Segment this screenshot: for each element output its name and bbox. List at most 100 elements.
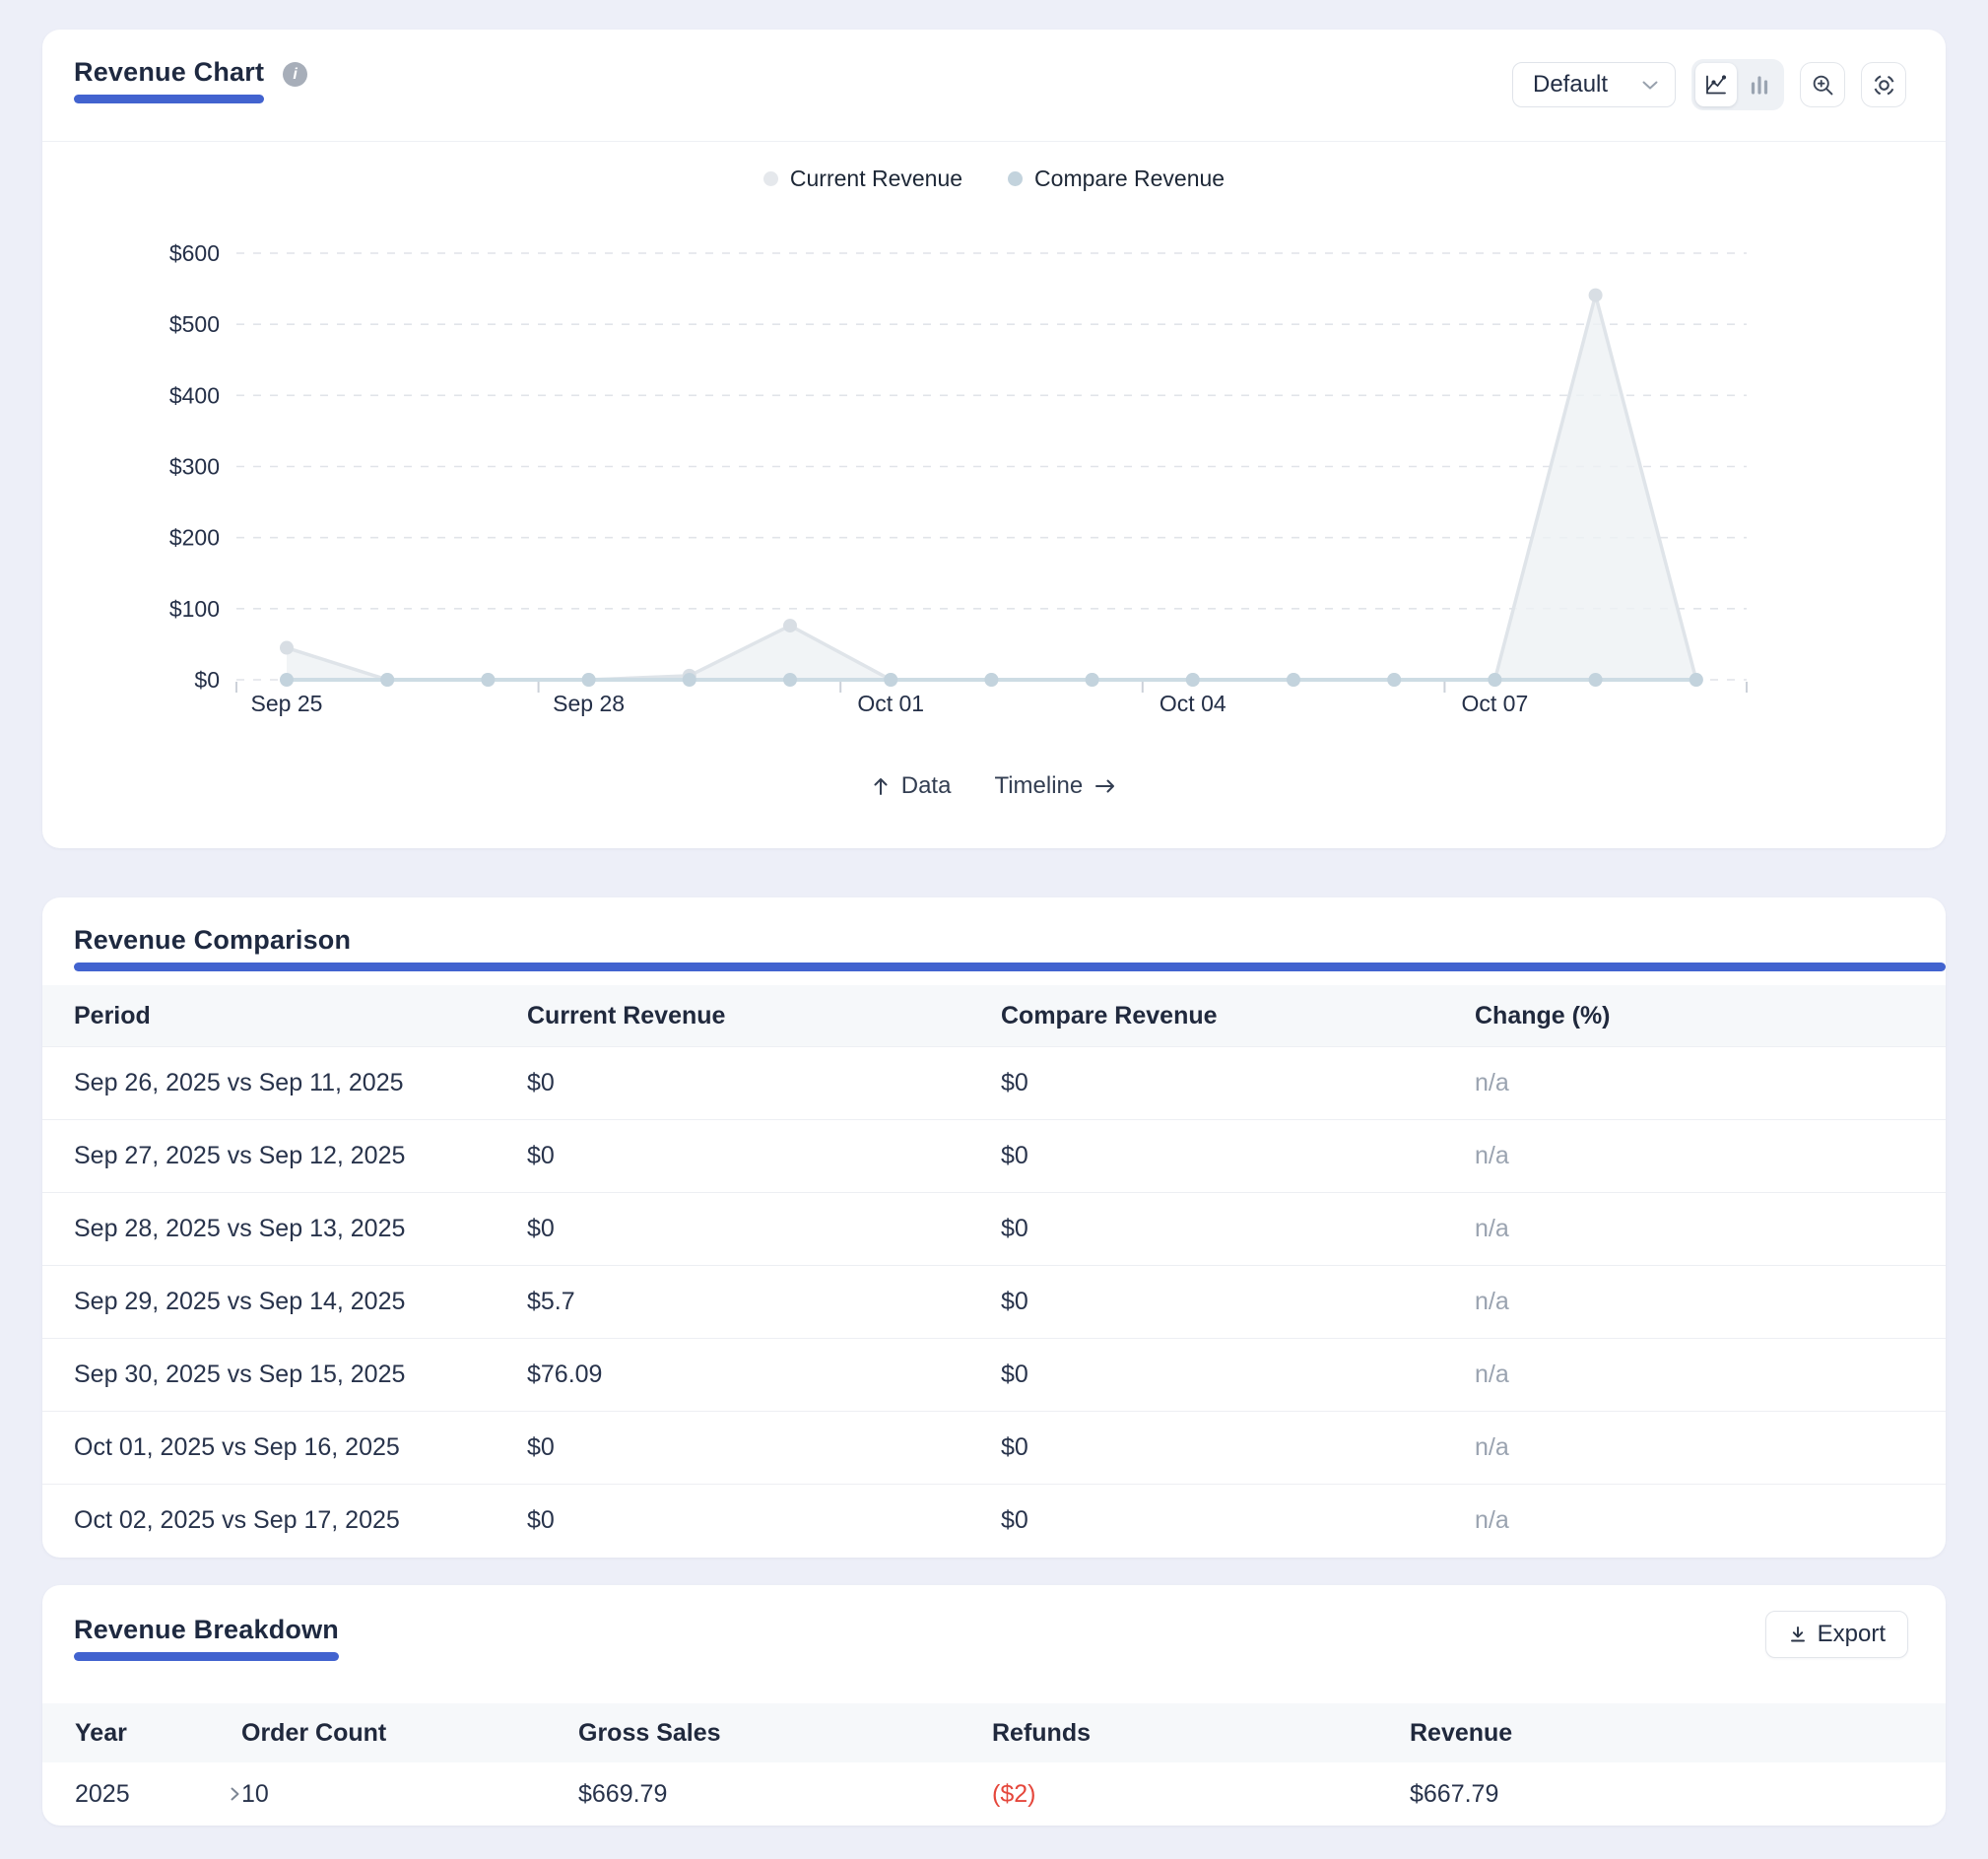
chart-preset-select[interactable]: Default (1512, 62, 1676, 107)
line-chart-icon (1703, 72, 1729, 98)
compare-revenue-cell: $0 (1001, 1215, 1475, 1243)
legend-label: Current Revenue (790, 166, 962, 192)
chart-point[interactable] (1589, 289, 1603, 302)
comparison-table-body: Sep 26, 2025 vs Sep 11, 2025$0$0n/aSep 2… (42, 1046, 1946, 1557)
zoom-in-icon (1811, 73, 1835, 98)
export-button[interactable]: Export (1765, 1611, 1908, 1658)
year-value: 2025 (75, 1780, 130, 1809)
compare-revenue-cell: $0 (1001, 1288, 1475, 1316)
data-view-button[interactable]: Data (871, 772, 952, 800)
chart-preset-value: Default (1533, 71, 1608, 99)
svg-text:Sep 25: Sep 25 (251, 691, 323, 716)
breakdown-table-body: 202510$669.79($2)$667.79 (42, 1762, 1946, 1826)
chart-point[interactable] (683, 673, 696, 687)
chart-point[interactable] (1690, 673, 1703, 687)
chevron-right-icon (229, 1784, 241, 1804)
zoom-button[interactable] (1800, 62, 1845, 107)
legend-dot (763, 171, 778, 186)
period-cell: Oct 01, 2025 vs Sep 16, 2025 (42, 1433, 527, 1462)
chart-point[interactable] (1589, 673, 1603, 687)
chart-point[interactable] (1488, 673, 1501, 687)
column-header-period: Period (42, 1002, 527, 1030)
bar-chart-toggle-button[interactable] (1739, 63, 1780, 106)
chart-point[interactable] (582, 673, 596, 687)
svg-text:$500: $500 (169, 311, 220, 337)
chart-point[interactable] (884, 673, 897, 687)
title-accent-bar (74, 963, 1946, 971)
table-row: Sep 27, 2025 vs Sep 12, 2025$0$0n/a (42, 1119, 1946, 1192)
svg-text:$100: $100 (169, 596, 220, 622)
compare-revenue-cell: $0 (1001, 1506, 1475, 1535)
period-cell: Sep 28, 2025 vs Sep 13, 2025 (42, 1215, 527, 1243)
table-row: Sep 30, 2025 vs Sep 15, 2025$76.09$0n/a (42, 1338, 1946, 1411)
line-chart-toggle-button[interactable] (1695, 63, 1737, 106)
column-header-gross-sales: Gross Sales (578, 1719, 992, 1748)
table-row: Sep 29, 2025 vs Sep 14, 2025$5.7$0n/a (42, 1265, 1946, 1338)
period-cell: Sep 30, 2025 vs Sep 15, 2025 (42, 1361, 527, 1389)
expand-row-button[interactable] (229, 1784, 241, 1804)
table-row: 202510$669.79($2)$667.79 (42, 1762, 1946, 1826)
period-cell: Sep 29, 2025 vs Sep 14, 2025 (42, 1288, 527, 1316)
comparison-table-header: Period Current Revenue Compare Revenue C… (42, 985, 1946, 1046)
info-icon[interactable]: i (283, 62, 307, 87)
series-line-current-revenue (287, 296, 1696, 680)
chart-point[interactable] (783, 673, 797, 687)
chart-point[interactable] (783, 619, 797, 632)
chart-point[interactable] (1287, 673, 1300, 687)
period-cell: Sep 27, 2025 vs Sep 12, 2025 (42, 1142, 527, 1170)
gross-sales-cell: $669.79 (578, 1780, 992, 1809)
current-revenue-cell: $0 (527, 1506, 1001, 1535)
column-header-refunds: Refunds (992, 1719, 1410, 1748)
table-row: Oct 01, 2025 vs Sep 16, 2025$0$0n/a (42, 1411, 1946, 1484)
order-count-cell: 10 (241, 1780, 578, 1809)
page-title: Revenue Chart (74, 57, 264, 88)
chart-point[interactable] (280, 641, 294, 655)
chart-point[interactable] (1387, 673, 1401, 687)
svg-text:Oct 01: Oct 01 (857, 691, 924, 716)
svg-text:$0: $0 (194, 667, 220, 693)
table-row: Oct 02, 2025 vs Sep 17, 2025$0$0n/a (42, 1484, 1946, 1557)
legend-label: Compare Revenue (1034, 166, 1225, 192)
revenue-breakdown-card: Revenue Breakdown Export Year Order Coun… (42, 1585, 1946, 1826)
restore-button[interactable] (1861, 62, 1906, 107)
change-cell: n/a (1475, 1142, 1946, 1170)
breakdown-title: Revenue Breakdown (74, 1615, 339, 1645)
chart-type-toggle (1691, 59, 1784, 110)
svg-text:Oct 07: Oct 07 (1462, 691, 1529, 716)
chart-footer-controls: Data Timeline (42, 766, 1946, 810)
current-revenue-cell: $5.7 (527, 1288, 1001, 1316)
column-header-current-revenue: Current Revenue (527, 1002, 1001, 1030)
legend-item-current-revenue[interactable]: Current Revenue (763, 166, 962, 192)
revenue-line-chart[interactable]: $0$100$200$300$400$500$600Sep 25Sep 28Oc… (42, 225, 1946, 727)
arrow-right-icon (1093, 776, 1117, 796)
svg-text:$300: $300 (169, 454, 220, 480)
column-header-change: Change (%) (1475, 1002, 1946, 1030)
svg-text:$400: $400 (169, 382, 220, 408)
data-view-label: Data (901, 772, 952, 800)
column-header-revenue: Revenue (1410, 1719, 1946, 1748)
table-row: Sep 28, 2025 vs Sep 13, 2025$0$0n/a (42, 1192, 1946, 1265)
current-revenue-cell: $76.09 (527, 1361, 1001, 1389)
chart-point[interactable] (380, 673, 394, 687)
change-cell: n/a (1475, 1069, 1946, 1097)
current-revenue-cell: $0 (527, 1215, 1001, 1243)
svg-text:Sep 28: Sep 28 (553, 691, 625, 716)
chart-point[interactable] (1086, 673, 1099, 687)
timeline-button[interactable]: Timeline (994, 772, 1117, 800)
period-cell: Sep 26, 2025 vs Sep 11, 2025 (42, 1069, 527, 1097)
column-header-year: Year (42, 1719, 241, 1748)
change-cell: n/a (1475, 1288, 1946, 1316)
legend-item-compare-revenue[interactable]: Compare Revenue (1008, 166, 1225, 192)
chart-point[interactable] (280, 673, 294, 687)
chevron-down-icon (1641, 80, 1659, 91)
chart-point[interactable] (481, 673, 495, 687)
chart-point[interactable] (984, 673, 998, 687)
legend-dot (1008, 171, 1023, 186)
svg-text:Oct 04: Oct 04 (1160, 691, 1226, 716)
download-icon (1788, 1625, 1808, 1644)
svg-text:$200: $200 (169, 525, 220, 551)
chart-point[interactable] (1186, 673, 1200, 687)
current-revenue-cell: $0 (527, 1433, 1001, 1462)
compare-revenue-cell: $0 (1001, 1361, 1475, 1389)
current-revenue-cell: $0 (527, 1142, 1001, 1170)
